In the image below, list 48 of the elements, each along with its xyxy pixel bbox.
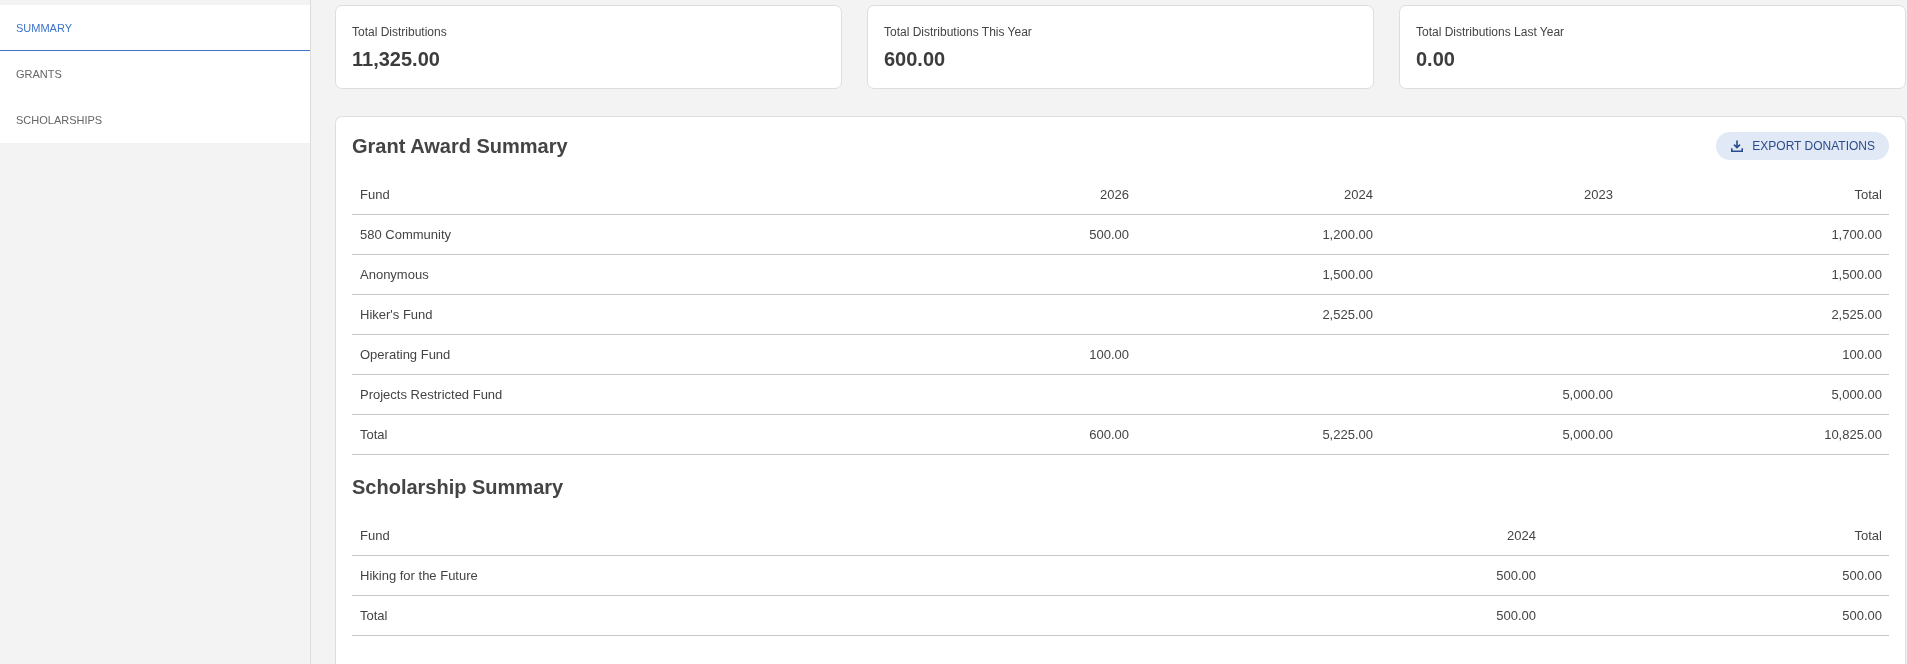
- column-header: Fund: [360, 187, 390, 202]
- table-cell: 5,000.00: [1562, 387, 1613, 402]
- table-cell: Anonymous: [360, 267, 429, 282]
- table-cell: Projects Restricted Fund: [360, 387, 503, 402]
- column-header: 2024: [1344, 187, 1373, 202]
- download-icon: [1731, 140, 1744, 152]
- table-cell: 2,525.00: [1831, 307, 1882, 322]
- table-cell: 5,225.00: [1322, 427, 1373, 442]
- table-cell: 1,200.00: [1322, 227, 1373, 242]
- column-header: 2026: [1100, 187, 1129, 202]
- nav-tab[interactable]: GRANTS: [0, 51, 310, 97]
- table-cell: 100.00: [1842, 347, 1882, 362]
- table-cell: 5,000.00: [1562, 427, 1613, 442]
- stat-value: 11,325.00: [352, 47, 440, 71]
- section-title: Scholarship Summary: [352, 475, 564, 499]
- table-cell: 1,500.00: [1322, 267, 1373, 282]
- section-title: Grant Award Summary: [352, 134, 568, 158]
- export-button[interactable]: EXPORT DONATIONS: [1716, 132, 1889, 160]
- table-cell: 500.00: [1089, 227, 1129, 242]
- table-cell: 500.00: [1496, 568, 1536, 583]
- table-cell: 600.00: [1089, 427, 1129, 442]
- column-header: Total: [1854, 528, 1882, 543]
- table-cell: 580 Community: [360, 227, 452, 242]
- table-cell: 500.00: [1842, 568, 1882, 583]
- table-cell: Hiker's Fund: [360, 307, 433, 322]
- table-cell: 1,500.00: [1831, 267, 1882, 282]
- table-cell: Hiking for the Future: [360, 568, 478, 583]
- nav-tab[interactable]: SUMMARY: [0, 5, 310, 51]
- stat-value: 0.00: [1416, 47, 1455, 71]
- stat-label: Total Distributions This Year: [884, 25, 1032, 39]
- column-header: Total: [1854, 187, 1882, 202]
- table-cell: 500.00: [1842, 608, 1882, 623]
- nav-tab[interactable]: SCHOLARSHIPS: [0, 97, 310, 143]
- table-cell: 1,700.00: [1831, 227, 1882, 242]
- column-header: Fund: [360, 528, 390, 543]
- stat-label: Total Distributions Last Year: [1416, 25, 1565, 39]
- table-cell: 10,825.00: [1824, 427, 1882, 442]
- table-cell: 100.00: [1089, 347, 1129, 362]
- table-cell: Operating Fund: [360, 347, 451, 362]
- stat-value: 600.00: [884, 47, 946, 71]
- table-cell: Total: [360, 427, 388, 442]
- table-cell: 5,000.00: [1831, 387, 1882, 402]
- table-cell: Total: [360, 608, 388, 623]
- table-cell: 500.00: [1496, 608, 1536, 623]
- column-header: 2023: [1584, 187, 1613, 202]
- stat-label: Total Distributions: [352, 25, 447, 39]
- column-header: 2024: [1507, 528, 1536, 543]
- table-cell: 2,525.00: [1322, 307, 1373, 322]
